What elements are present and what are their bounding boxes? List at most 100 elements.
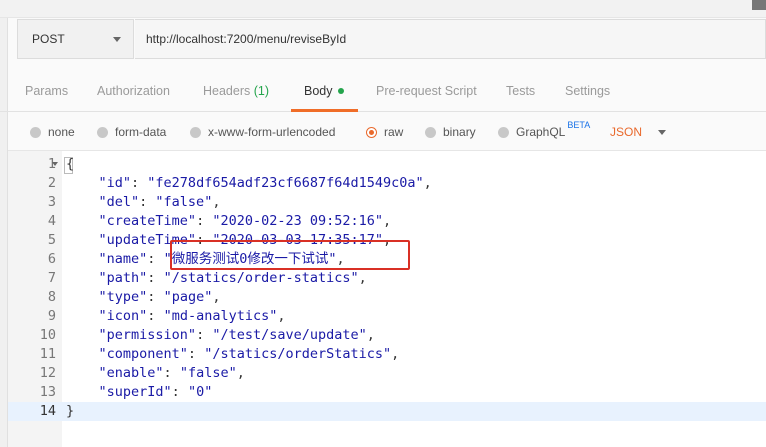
tab-params[interactable]: Params xyxy=(25,70,68,112)
code-text: "createTime": "2020-02-23 09:52:16", xyxy=(98,213,392,229)
window-top-strip xyxy=(0,0,766,18)
headers-count-badge: (1) xyxy=(253,84,270,98)
chevron-down-icon xyxy=(113,37,121,42)
active-tab-indicator xyxy=(291,109,358,112)
code-text: "path": "/statics/order-statics", xyxy=(98,270,367,286)
json-key: "superId" xyxy=(98,384,172,400)
json-value: "2020-02-23 09:52:16" xyxy=(212,213,384,229)
radio-label: GraphQL xyxy=(516,125,566,139)
line-number: 2 xyxy=(47,175,56,191)
json-value: "fe278df654adf23cf6687f64d1549c0a" xyxy=(147,175,424,191)
radio-label: binary xyxy=(443,125,476,139)
json-value: "md-analytics" xyxy=(163,308,278,324)
json-key: "enable" xyxy=(98,365,164,381)
tab-body[interactable]: Body xyxy=(304,70,344,112)
request-tabs: Params Authorization Headers (1) Body Pr… xyxy=(0,70,766,112)
json-value: "/test/save/update" xyxy=(212,327,367,343)
radio-none[interactable]: none xyxy=(30,116,75,148)
line-number: 9 xyxy=(47,308,56,324)
code-line: 7 "path": "/statics/order-statics", xyxy=(8,269,766,288)
tab-authorization[interactable]: Authorization xyxy=(97,70,170,112)
radio-raw[interactable]: raw xyxy=(366,116,403,148)
radio-icon xyxy=(97,126,108,138)
line-number: 8 xyxy=(47,289,56,305)
radio-form-data[interactable]: form-data xyxy=(97,116,166,148)
tab-label: Authorization xyxy=(97,84,170,98)
json-value: "/statics/order-statics" xyxy=(163,270,359,286)
code-line: 4 "createTime": "2020-02-23 09:52:16", xyxy=(8,212,766,231)
line-number: 12 xyxy=(39,365,56,381)
line-number: 11 xyxy=(39,346,56,362)
brace: { xyxy=(66,156,75,172)
line-number: 1 xyxy=(47,156,56,172)
method-label: POST xyxy=(32,32,65,46)
beta-badge: BETA xyxy=(567,120,591,130)
line-number: 10 xyxy=(39,327,56,343)
tab-label: Settings xyxy=(565,84,611,98)
tab-tests[interactable]: Tests xyxy=(506,70,535,112)
radio-urlencoded[interactable]: x-www-form-urlencoded xyxy=(190,116,335,148)
radio-label: raw xyxy=(384,125,404,139)
code-text: "enable": "false", xyxy=(98,365,245,381)
code-text: "superId": "0" xyxy=(98,384,213,400)
json-key: "icon" xyxy=(98,308,148,324)
radio-label: none xyxy=(48,125,75,139)
brace: } xyxy=(66,403,75,419)
line-number: 6 xyxy=(47,251,56,267)
line-number: 5 xyxy=(47,232,56,248)
format-label: JSON xyxy=(610,125,643,139)
window-control[interactable] xyxy=(752,0,766,10)
radio-icon xyxy=(190,126,201,138)
json-value: "false" xyxy=(179,365,237,381)
line-number: 14 xyxy=(39,403,56,419)
code-text: "id": "fe278df654adf23cf6687f64d1549c0a"… xyxy=(98,175,432,191)
tab-settings[interactable]: Settings xyxy=(565,70,610,112)
json-value: "page" xyxy=(163,289,213,305)
line-number: 13 xyxy=(39,384,56,400)
line-number: 7 xyxy=(47,270,56,286)
code-line: 9 "icon": "md-analytics", xyxy=(8,307,766,326)
json-key: "path" xyxy=(98,270,148,286)
method-select[interactable]: POST xyxy=(17,19,134,59)
body-type-options: none form-data x-www-form-urlencoded raw… xyxy=(0,116,766,148)
json-key: "type" xyxy=(98,289,148,305)
json-value: "false" xyxy=(155,194,213,210)
body-status-dot-icon xyxy=(337,87,344,94)
code-line: 1{ xyxy=(8,155,766,174)
json-key: "createTime" xyxy=(98,213,197,229)
chevron-down-icon xyxy=(658,129,667,135)
tab-label: Pre-request Script xyxy=(376,84,477,98)
code-editor[interactable]: 1{2 "id": "fe278df654adf23cf6687f64d1549… xyxy=(8,150,766,447)
json-key: "permission" xyxy=(98,327,197,343)
tab-label: Params xyxy=(25,84,69,98)
code-line: 13 "superId": "0" xyxy=(8,383,766,402)
code-text: "del": "false", xyxy=(98,194,221,210)
radio-icon xyxy=(498,126,509,138)
line-number: 3 xyxy=(47,194,56,210)
tab-headers[interactable]: Headers (1) xyxy=(203,70,269,112)
json-value: "0" xyxy=(187,384,213,400)
code-text: "permission": "/test/save/update", xyxy=(98,327,375,343)
json-key: "id" xyxy=(98,175,132,191)
code-text: "icon": "md-analytics", xyxy=(98,308,286,324)
code-line: 14} xyxy=(8,402,766,421)
code-text: "type": "page", xyxy=(98,289,221,305)
tab-pre-request-script[interactable]: Pre-request Script xyxy=(376,70,477,112)
code-line: 11 "component": "/statics/orderStatics", xyxy=(8,345,766,364)
json-key: "name" xyxy=(98,251,148,267)
radio-label: form-data xyxy=(115,125,167,139)
json-key: "del" xyxy=(98,194,140,210)
json-key: "component" xyxy=(98,346,188,362)
fold-chevron-icon[interactable] xyxy=(52,162,58,166)
radio-graphql[interactable]: GraphQL BETA xyxy=(498,116,590,148)
url-text: http://localhost:7200/menu/reviseById xyxy=(146,32,347,46)
tab-label: Headers xyxy=(203,84,251,98)
radio-selected-icon xyxy=(366,126,377,138)
url-input[interactable]: http://localhost:7200/menu/reviseById xyxy=(135,19,766,59)
format-select[interactable]: JSON xyxy=(610,116,667,148)
tab-label: Body xyxy=(304,84,333,98)
code-line: 8 "type": "page", xyxy=(8,288,766,307)
radio-icon xyxy=(425,126,436,138)
radio-binary[interactable]: binary xyxy=(425,116,476,148)
code-text: } xyxy=(66,402,74,421)
